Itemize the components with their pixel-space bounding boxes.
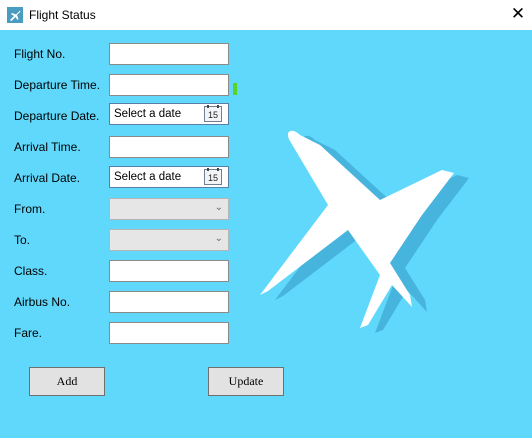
- chevron-down-icon[interactable]: ⌄: [215, 233, 223, 244]
- airplane-icon: [7, 7, 23, 23]
- window-title: Flight Status: [29, 8, 96, 22]
- flight-no-label: Flight No.: [14, 47, 66, 61]
- airbus-no-input[interactable]: [109, 291, 229, 313]
- departure-date-picker[interactable]: Select a date 15: [109, 103, 229, 125]
- fare-label: Fare.: [14, 326, 43, 340]
- arrival-date-label: Arrival Date.: [14, 171, 81, 185]
- chevron-down-icon[interactable]: ⌄: [215, 202, 223, 213]
- calendar-day: 15: [207, 173, 218, 183]
- arrival-time-input[interactable]: [109, 136, 229, 158]
- to-select[interactable]: ⌄: [109, 229, 229, 251]
- from-label: From.: [14, 202, 46, 216]
- update-button[interactable]: Update: [208, 367, 284, 396]
- arrival-time-label: Arrival Time.: [14, 140, 81, 154]
- calendar-day: 15: [207, 110, 218, 120]
- flight-status-window: Flight Status ✕ Flight No. Departure Tim…: [0, 0, 532, 438]
- class-label: Class.: [14, 264, 48, 278]
- validation-indicator: [233, 83, 237, 95]
- from-select[interactable]: ⌄: [109, 198, 229, 220]
- airplane-illustration: [260, 130, 469, 333]
- add-button[interactable]: Add: [29, 367, 105, 396]
- departure-date-label: Departure Date.: [14, 109, 100, 123]
- to-label: To.: [14, 233, 31, 247]
- arrival-date-picker[interactable]: Select a date 15: [109, 166, 229, 188]
- departure-time-input[interactable]: [109, 74, 229, 96]
- flight-no-input[interactable]: [109, 43, 229, 65]
- departure-date-text[interactable]: Select a date: [114, 108, 181, 120]
- title-bar: Flight Status ✕: [0, 0, 532, 30]
- calendar-icon[interactable]: 15: [204, 168, 222, 185]
- airbus-no-label: Airbus No.: [14, 295, 71, 309]
- arrival-date-text[interactable]: Select a date: [114, 171, 181, 183]
- departure-time-label: Departure Time.: [14, 78, 101, 92]
- calendar-icon[interactable]: 15: [204, 105, 222, 122]
- class-input[interactable]: [109, 260, 229, 282]
- fare-input[interactable]: [109, 322, 229, 344]
- close-icon[interactable]: ✕: [508, 3, 528, 25]
